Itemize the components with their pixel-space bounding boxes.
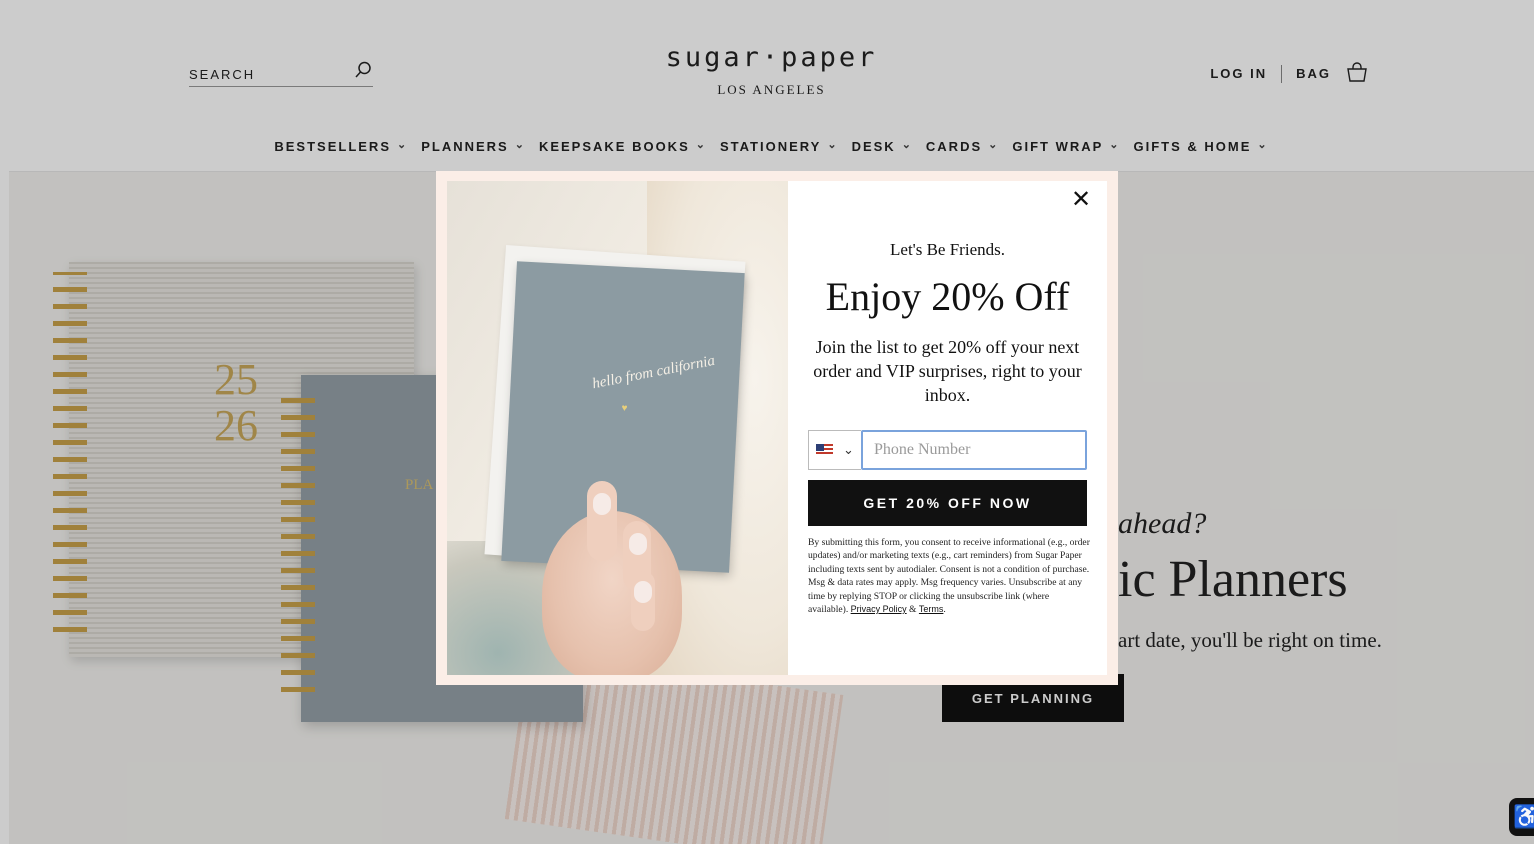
heart-icon: ♥ <box>621 402 628 415</box>
country-code-select[interactable]: ⌄ <box>808 430 861 470</box>
chevron-down-icon: ⌄ <box>843 442 854 457</box>
privacy-policy-link[interactable]: Privacy Policy <box>851 604 907 614</box>
terms-link[interactable]: Terms <box>919 604 944 614</box>
fingernail-shape <box>593 493 611 515</box>
phone-number-input[interactable] <box>861 430 1087 470</box>
close-icon[interactable]: ✕ <box>1069 187 1093 211</box>
get-discount-button[interactable]: GET 20% OFF NOW <box>808 480 1087 526</box>
us-flag-icon <box>816 444 834 456</box>
fingernail-shape <box>634 581 652 603</box>
modal-description: Join the list to get 20% off your next o… <box>813 337 1082 405</box>
card-text: hello from california <box>590 352 717 393</box>
legal-period: . <box>943 604 946 616</box>
modal-headline: Enjoy 20% Off <box>825 274 1070 319</box>
phone-field-row: ⌄ <box>808 430 1087 470</box>
modal-eyebrow: Let's Be Friends. <box>890 240 1005 259</box>
signup-modal: hello from california ♥ ✕ Let's Be Frien… <box>436 171 1118 685</box>
modal-content: ✕ Let's Be Friends. Enjoy 20% Off Join t… <box>788 181 1107 675</box>
legal-ampersand: & <box>909 604 917 616</box>
modal-image: hello from california ♥ <box>447 181 788 675</box>
accessibility-icon[interactable]: ♿ <box>1509 798 1534 836</box>
legal-disclaimer: By submitting this form, you consent to … <box>808 536 1090 616</box>
fingernail-shape <box>629 533 647 555</box>
